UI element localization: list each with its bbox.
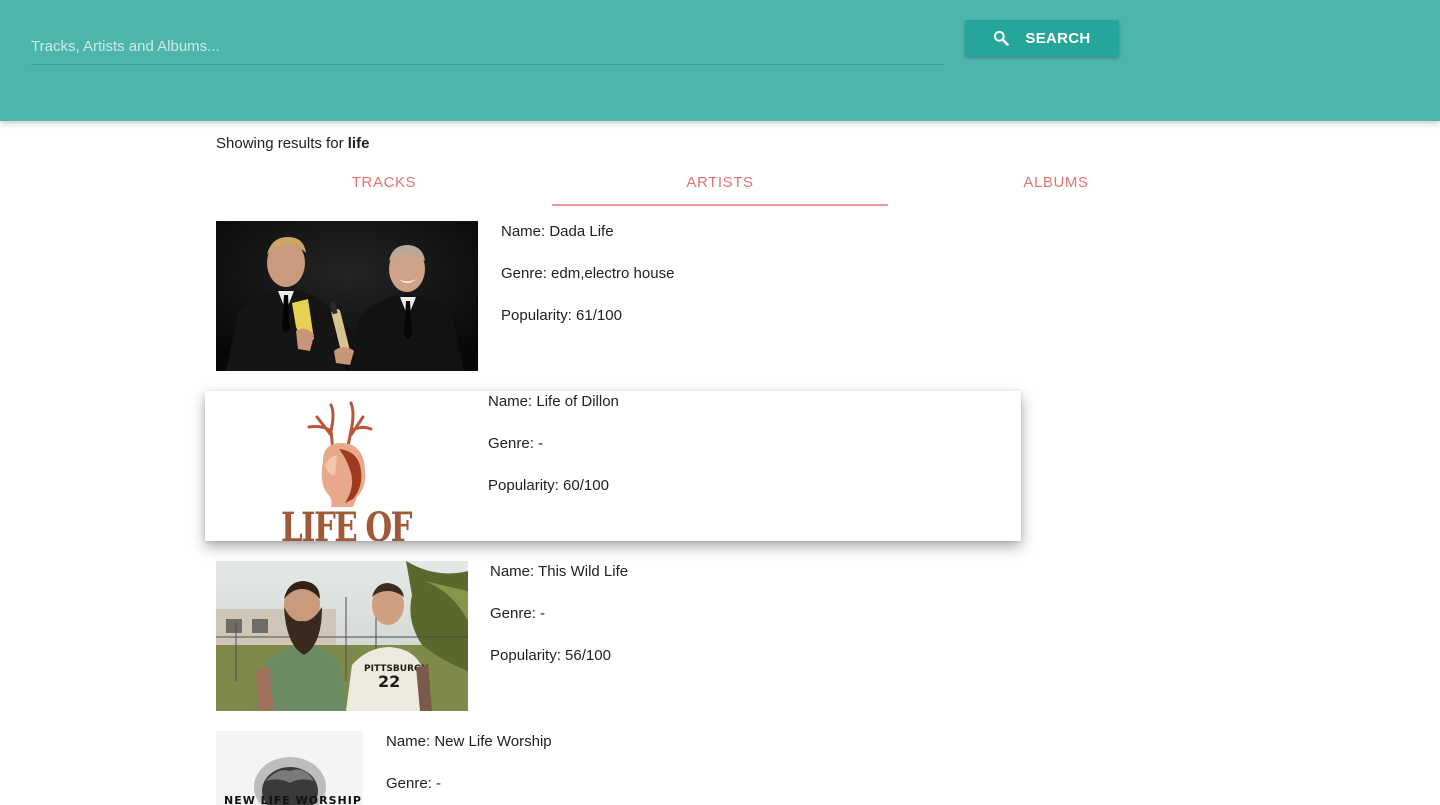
artist-name: Name: This Wild Life <box>490 563 629 580</box>
artist-image: LIFE OF <box>205 391 467 541</box>
artist-image <box>216 221 478 371</box>
new-life-worship-logo-text: NEW LIFE WORSHIP <box>224 794 362 805</box>
artist-popularity: Popularity: 60/100 <box>488 477 609 494</box>
life-of-dillon-logo-text: LIFE OF <box>281 504 412 541</box>
artist-name: Name: Dada Life <box>501 223 614 240</box>
artist-card[interactable]: LIFE OF Name: Life of Dillon Genre: - Po… <box>205 391 1021 541</box>
app-header: SEARCH <box>0 0 1440 121</box>
tab-tracks[interactable]: TRACKS <box>216 164 552 206</box>
tab-artists[interactable]: ARTISTS <box>552 164 888 206</box>
artist-popularity: Popularity: 61/100 <box>501 307 622 324</box>
artist-image: NEW LIFE WORSHIP <box>216 731 363 805</box>
tab-albums[interactable]: ALBUMS <box>888 164 1224 206</box>
artist-name: Name: Life of Dillon <box>488 393 619 410</box>
artist-image: PITTSBURGH 22 <box>216 561 468 711</box>
artist-genre: Genre: - <box>490 605 546 622</box>
svg-text:22: 22 <box>378 672 400 691</box>
artist-genre: Genre: edm,electro house <box>501 265 675 282</box>
artist-card[interactable]: PITTSBURGH 22 Name: This Wild Life Genre… <box>216 561 1024 711</box>
search-input[interactable] <box>31 28 943 65</box>
search-icon <box>993 30 1010 46</box>
artist-name: Name: New Life Worship <box>386 733 552 750</box>
artist-genre: Genre: - <box>386 775 442 792</box>
results-tabs: TRACKS ARTISTS ALBUMS <box>216 164 1224 206</box>
artist-genre: Genre: - <box>488 435 544 452</box>
search-button-label: SEARCH <box>1025 29 1091 47</box>
results-summary: Showing results for life <box>216 135 369 152</box>
artist-card[interactable]: Name: Dada Life Genre: edm,electro house… <box>216 221 1024 371</box>
search-button[interactable]: SEARCH <box>965 20 1119 56</box>
artist-card[interactable]: NEW LIFE WORSHIP Name: New Life Worship … <box>216 731 1024 805</box>
results-query: life <box>347 135 370 152</box>
artist-popularity: Popularity: 56/100 <box>490 647 611 664</box>
results-prefix: Showing results for <box>216 135 348 152</box>
